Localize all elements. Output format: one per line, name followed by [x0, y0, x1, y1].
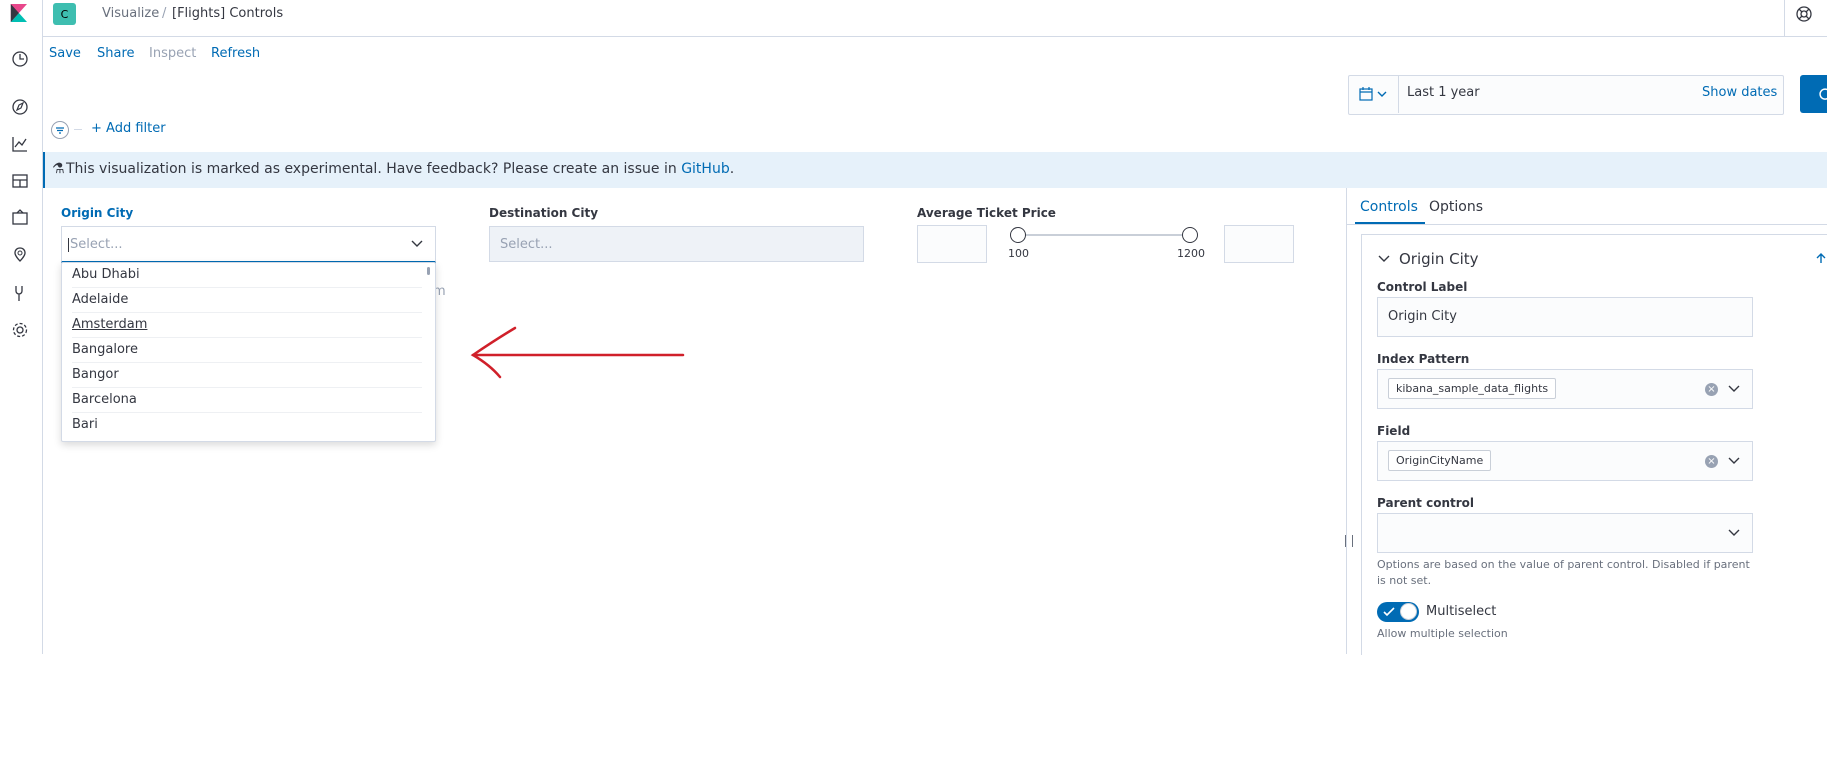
chevron-down-icon — [1377, 91, 1387, 97]
filter-options-icon[interactable] — [51, 121, 69, 139]
field-chip[interactable]: OriginCityName — [1388, 450, 1492, 471]
callout-text: This visualization is marked as experime… — [66, 161, 682, 177]
clock-icon[interactable] — [10, 49, 30, 69]
gear-icon[interactable] — [10, 320, 30, 340]
callout-text-wrap: This visualization is marked as experime… — [66, 161, 734, 177]
destination-city-combobox[interactable]: Select... — [489, 226, 864, 262]
price-max-input[interactable] — [1224, 225, 1294, 263]
tab-divider — [1346, 224, 1827, 225]
check-icon — [1383, 607, 1395, 617]
experimental-callout: ⚗ This visualization is marked as experi… — [43, 152, 1827, 188]
list-item[interactable]: Adelaide — [72, 288, 422, 313]
tab-controls[interactable]: Controls — [1360, 199, 1418, 215]
origin-city-placeholder: Select... — [70, 237, 123, 252]
arrow-up-icon[interactable] — [1815, 252, 1827, 264]
breadcrumb-separator: / — [162, 6, 167, 21]
origin-city-dropdown: Abu Dhabi Adelaide Amsterdam Bangalore B… — [61, 262, 436, 442]
control-label-value: Origin City — [1388, 309, 1457, 324]
parent-control-help: Options are based on the value of parent… — [1377, 558, 1750, 587]
section-title[interactable]: Origin City — [1399, 250, 1479, 268]
quick-menu-button[interactable] — [1348, 75, 1399, 113]
update-button[interactable] — [1800, 75, 1827, 113]
breadcrumb-current: [Flights] Controls — [172, 6, 284, 21]
date-range-text[interactable]: Last 1 year — [1407, 85, 1480, 100]
annotation-arrow-icon — [470, 326, 685, 379]
compass-icon[interactable] — [10, 97, 30, 117]
inspect-button[interactable]: Inspect — [149, 46, 196, 61]
multiselect-label: Multiselect — [1426, 604, 1497, 619]
parent-control-select[interactable] — [1377, 513, 1753, 553]
help-icon[interactable] — [1795, 5, 1813, 23]
list-item[interactable]: Bari — [72, 413, 422, 437]
list-item[interactable]: Amsterdam — [72, 313, 422, 338]
add-filter-button[interactable]: + Add filter — [91, 121, 166, 136]
parent-control-title: Parent control — [1377, 496, 1474, 510]
side-nav — [0, 0, 43, 654]
chart-icon[interactable] — [10, 134, 30, 154]
filter-divider — [74, 129, 82, 130]
index-pattern-title: Index Pattern — [1377, 352, 1470, 366]
origin-city-combobox[interactable]: Select... — [61, 226, 436, 263]
chevron-down-icon[interactable] — [1728, 385, 1740, 393]
chevron-down-icon[interactable] — [1728, 529, 1740, 537]
dashboard-icon[interactable] — [10, 171, 30, 191]
price-min-input[interactable] — [917, 225, 987, 263]
save-button[interactable]: Save — [49, 46, 81, 61]
average-ticket-price-label: Average Ticket Price — [917, 206, 1056, 220]
list-item[interactable]: Bangor — [72, 363, 422, 388]
multiselect-toggle[interactable] — [1377, 602, 1419, 622]
github-link[interactable]: GitHub — [681, 161, 730, 177]
share-button[interactable]: Share — [97, 46, 135, 61]
scrollbar-thumb[interactable] — [427, 267, 430, 275]
app-badge[interactable]: C — [53, 3, 76, 25]
control-label-input[interactable]: Origin City — [1377, 297, 1753, 337]
refresh-button[interactable]: Refresh — [211, 46, 260, 61]
kibana-logo-icon[interactable] — [8, 3, 28, 23]
destination-city-label: Destination City — [489, 206, 599, 220]
clear-icon[interactable]: × — [1705, 383, 1718, 396]
header-divider — [1784, 0, 1785, 36]
price-slider-min-handle[interactable] — [1010, 227, 1026, 243]
field-combobox[interactable]: OriginCityName × — [1377, 441, 1753, 481]
origin-city-label: Origin City — [61, 206, 134, 220]
index-pattern-chip[interactable]: kibana_sample_data_flights — [1388, 378, 1557, 399]
maps-icon[interactable] — [10, 245, 30, 265]
callout-end: . — [729, 161, 735, 177]
beaker-icon: ⚗ — [52, 161, 65, 177]
multiselect-help: Allow multiple selection — [1377, 627, 1508, 640]
destination-city-placeholder: Select... — [500, 237, 553, 252]
breadcrumb-visualize[interactable]: Visualize — [102, 6, 159, 21]
list-item[interactable]: Barcelona — [72, 388, 422, 413]
canvas-icon[interactable] — [10, 208, 30, 228]
tab-options[interactable]: Options — [1429, 199, 1483, 215]
show-dates-button[interactable]: Show dates — [1702, 85, 1777, 100]
price-slider-max-handle[interactable] — [1182, 227, 1198, 243]
price-slider-track[interactable] — [1017, 234, 1189, 236]
price-max-tick: 1200 — [1177, 247, 1205, 260]
calendar-icon — [1359, 87, 1373, 101]
list-item[interactable]: Abu Dhabi — [72, 263, 422, 288]
field-title: Field — [1377, 424, 1411, 438]
chevron-down-icon[interactable] — [411, 240, 423, 248]
control-label-title: Control Label — [1377, 280, 1468, 294]
top-header — [43, 0, 1827, 37]
devtools-icon[interactable] — [10, 283, 30, 303]
text-cursor — [68, 238, 69, 252]
list-item[interactable]: Bangalore — [72, 338, 422, 363]
clear-icon[interactable]: × — [1705, 455, 1718, 468]
chevron-down-icon[interactable] — [1378, 254, 1390, 264]
refresh-icon — [1819, 88, 1827, 100]
toggle-knob — [1400, 603, 1417, 620]
chevron-down-icon[interactable] — [1728, 457, 1740, 465]
price-min-tick: 100 — [1008, 247, 1029, 260]
index-pattern-combobox[interactable]: kibana_sample_data_flights × — [1377, 369, 1753, 409]
